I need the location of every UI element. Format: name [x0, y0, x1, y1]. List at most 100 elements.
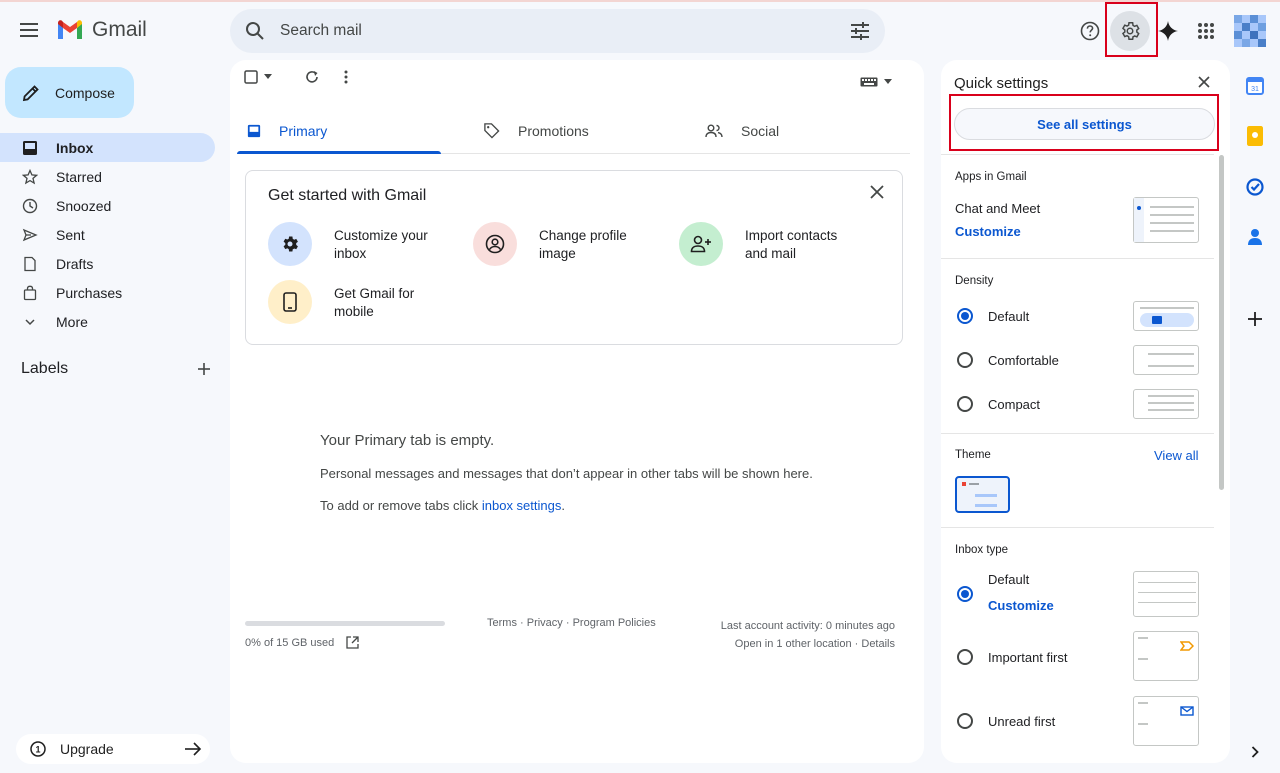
- customize-inbox-item[interactable]: Customize your inbox: [268, 222, 444, 266]
- people-icon: [705, 124, 723, 137]
- theme-thumbnail[interactable]: [955, 476, 1010, 513]
- search-icon: [246, 22, 264, 40]
- thumb-line: [1150, 206, 1194, 208]
- apps-grid-icon: [1198, 23, 1214, 39]
- calendar-app-button[interactable]: 31: [1245, 76, 1265, 96]
- sidebar-item-label: Sent: [56, 226, 85, 243]
- more-options-button[interactable]: [344, 70, 348, 84]
- quick-settings-scrollbar[interactable]: [1219, 155, 1224, 490]
- terms-link[interactable]: Terms: [487, 617, 517, 629]
- gmail-logo[interactable]: Gmail: [56, 18, 147, 42]
- get-gmail-mobile-item[interactable]: Get Gmail for mobile: [268, 280, 444, 324]
- thumb-logo: [962, 482, 966, 486]
- inbox-unread-first-radio[interactable]: [957, 713, 973, 729]
- select-all-checkbox[interactable]: [244, 70, 272, 84]
- sidebar-item-label: Snoozed: [56, 197, 112, 214]
- mail-toolbar: [244, 70, 348, 84]
- inbox-default-thumbnail: [1133, 571, 1199, 617]
- density-heading: Density: [955, 275, 994, 287]
- chat-meet-thumbnail: [1133, 197, 1199, 243]
- density-comfortable-radio[interactable]: [957, 352, 973, 368]
- svg-text:31: 31: [1251, 86, 1259, 93]
- compose-button[interactable]: Compose: [5, 67, 134, 118]
- sidebar-item-inbox[interactable]: Inbox: [0, 133, 215, 162]
- gs-label: Import contacts and mail: [745, 228, 838, 261]
- inbox-settings-link[interactable]: inbox settings: [482, 498, 562, 513]
- more-vert-icon: [344, 70, 348, 84]
- caret-down-icon: [264, 74, 272, 79]
- inbox-default-radio[interactable]: [957, 586, 973, 602]
- search-button[interactable]: [230, 21, 280, 41]
- storage-info: 0% of 15 GB used: [245, 636, 359, 649]
- show-side-panel-button[interactable]: [1245, 742, 1265, 762]
- hint-suffix: .: [561, 498, 565, 513]
- tab-label: Primary: [279, 122, 328, 139]
- refresh-button[interactable]: [294, 70, 330, 84]
- view-all-themes-link[interactable]: View all: [1154, 448, 1199, 463]
- inbox-icon: [247, 124, 261, 137]
- divider: [941, 433, 1214, 434]
- tab-label: Social: [741, 122, 780, 139]
- tab-promotions[interactable]: Promotions: [455, 108, 673, 153]
- apps-button[interactable]: [1186, 11, 1226, 51]
- inbox-important-first-label: Important first: [988, 650, 1068, 665]
- thumb-line: [1138, 658, 1148, 660]
- get-addons-button[interactable]: [1245, 309, 1265, 329]
- inbox-important-first-radio[interactable]: [957, 649, 973, 665]
- account-avatar[interactable]: [1234, 15, 1266, 47]
- calendar-icon: 31: [1246, 77, 1264, 95]
- change-profile-image-item[interactable]: Change profile image: [473, 222, 649, 266]
- details-link[interactable]: Details: [861, 638, 895, 650]
- thumb-highlight: [1140, 313, 1194, 327]
- thumb-line: [969, 483, 979, 485]
- get-started-card: Get started with Gmail Customize your in…: [245, 170, 903, 345]
- sidebar-item-more[interactable]: More: [0, 307, 215, 336]
- dismiss-button[interactable]: [870, 185, 884, 199]
- thumb-line: [975, 494, 997, 497]
- inbox-customize-link[interactable]: Customize: [988, 598, 1054, 613]
- support-button[interactable]: [1070, 11, 1110, 51]
- inbox-important-thumbnail: [1133, 631, 1199, 681]
- input-tools-button[interactable]: [860, 77, 892, 87]
- density-default-radio[interactable]: [957, 308, 973, 324]
- plus-icon[interactable]: [197, 362, 211, 376]
- draft-icon: [24, 256, 36, 271]
- import-contacts-item[interactable]: Import contacts and mail: [679, 222, 855, 266]
- sidebar-item-starred[interactable]: Starred: [0, 162, 215, 191]
- gear-icon: [283, 236, 298, 252]
- thumb-line: [1148, 365, 1194, 367]
- inbox-unread-first-label: Unread first: [988, 714, 1056, 729]
- labels-header: Labels: [21, 360, 211, 378]
- search-input[interactable]: [280, 22, 835, 40]
- storage-text: 0% of 15 GB used: [245, 636, 335, 649]
- density-compact-radio[interactable]: [957, 396, 973, 412]
- send-icon: [22, 228, 38, 241]
- gemini-button[interactable]: [1148, 11, 1188, 51]
- thumb-line: [1138, 723, 1148, 725]
- open-in-new-icon[interactable]: [346, 636, 359, 649]
- thumb-line: [1150, 214, 1194, 216]
- search-options-button[interactable]: [835, 22, 885, 40]
- sidebar-item-purchases[interactable]: Purchases: [0, 278, 215, 307]
- thumb-line: [1138, 602, 1196, 603]
- see-all-highlight-box: [949, 94, 1219, 151]
- thumb-dot: [1137, 206, 1141, 210]
- upgrade-badge-icon: 1: [30, 741, 46, 757]
- sidebar-item-drafts[interactable]: Drafts: [0, 249, 215, 278]
- tab-social[interactable]: Social: [673, 108, 891, 153]
- bag-icon: [23, 285, 37, 300]
- tasks-app-button[interactable]: [1245, 177, 1265, 197]
- privacy-link[interactable]: Privacy: [527, 617, 563, 629]
- main-menu-button[interactable]: [16, 16, 44, 44]
- contacts-app-button[interactable]: [1245, 227, 1265, 247]
- upgrade-button[interactable]: 1 Upgrade: [16, 734, 210, 764]
- category-tabs: Primary Promotions Social: [237, 108, 910, 154]
- search-bar[interactable]: [230, 9, 885, 53]
- keep-app-button[interactable]: [1245, 126, 1265, 146]
- sidebar-item-snoozed[interactable]: Snoozed: [0, 191, 215, 220]
- tab-primary[interactable]: Primary: [237, 108, 455, 154]
- sidebar-item-sent[interactable]: Sent: [0, 220, 215, 249]
- apps-customize-link[interactable]: Customize: [955, 224, 1021, 239]
- thumb-line: [1138, 637, 1148, 639]
- close-quick-settings-button[interactable]: [1198, 76, 1210, 88]
